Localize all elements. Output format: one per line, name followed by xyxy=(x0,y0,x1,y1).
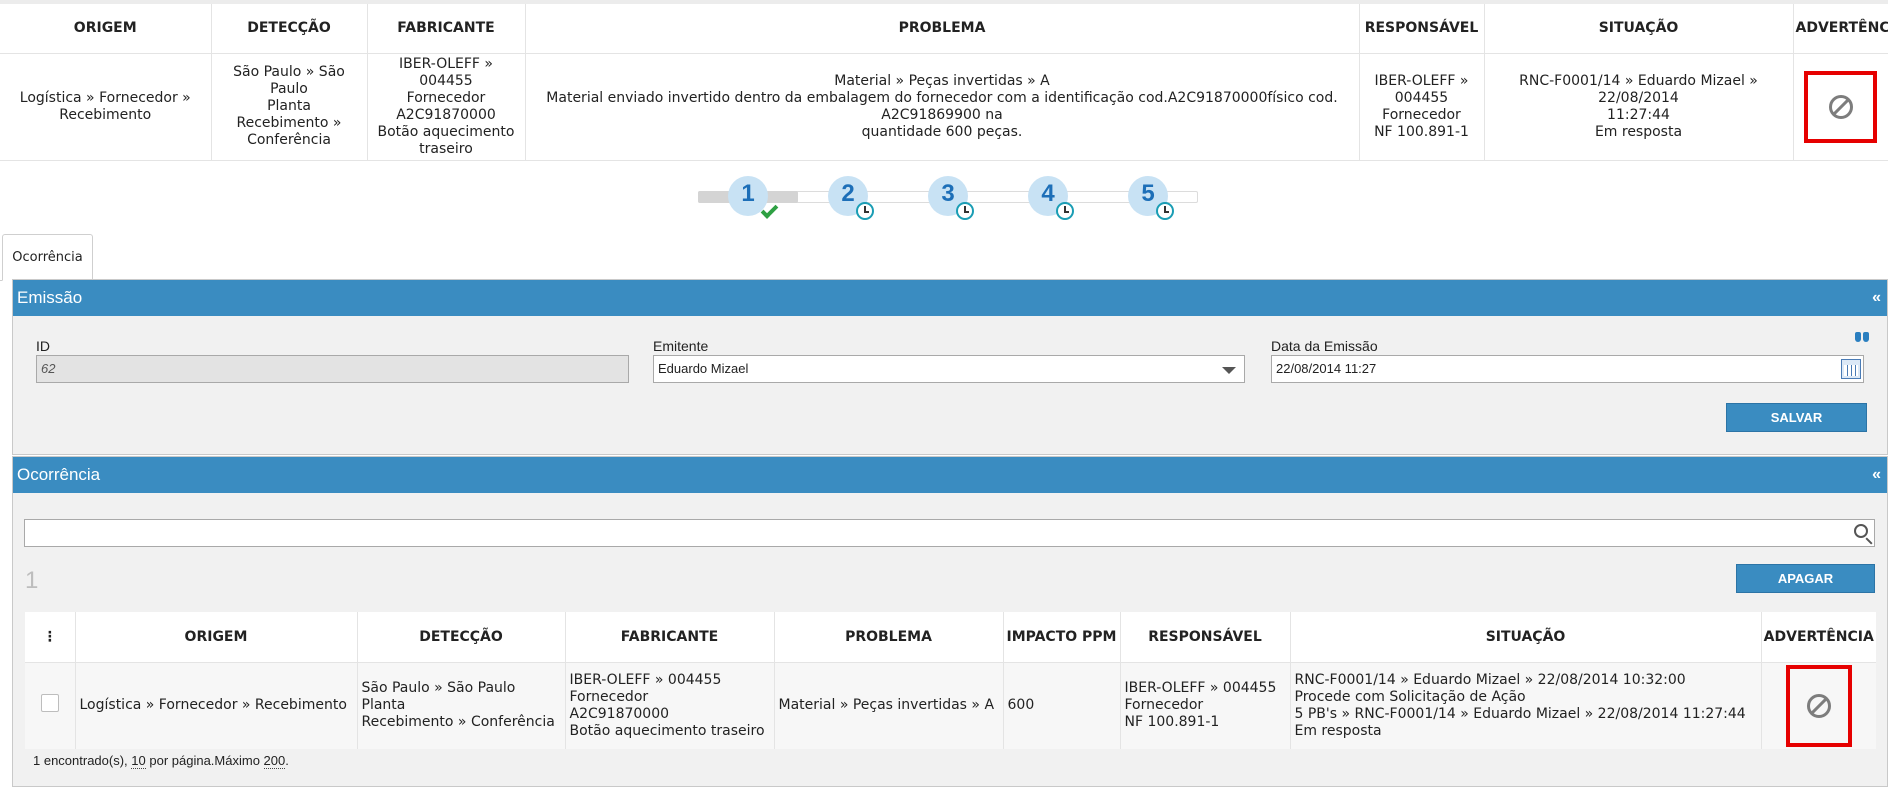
grid-menu-header: ⋮ xyxy=(25,612,76,663)
summary-deteccao: São Paulo » São Paulo Planta Recebimento… xyxy=(211,53,368,161)
grid-col-problema[interactable]: PROBLEMA xyxy=(774,612,1004,663)
grid-col-impacto[interactable]: IMPACTO PPM xyxy=(1003,612,1121,663)
summary-col-problema: PROBLEMA xyxy=(525,4,1360,54)
save-button[interactable]: SALVAR xyxy=(1726,403,1867,432)
row-problema: Material » Peças invertidas » A xyxy=(774,662,1004,749)
step-2[interactable]: 2 xyxy=(828,175,874,220)
summary-header-row: ORIGEM DETECÇÃO FABRICANTE PROBLEMA RESP… xyxy=(0,4,1888,54)
collapse-icon[interactable]: « xyxy=(1872,457,1881,493)
footer-end: . xyxy=(285,753,289,768)
ocorrencia-grid: ⋮ ORIGEM DETECÇÃO FABRICANTE PROBLEMA IM… xyxy=(25,612,1876,749)
summary-problema: Material » Peças invertidas » A Material… xyxy=(525,53,1360,161)
id-field: 62 xyxy=(36,355,629,383)
data-emissao-value: 22/08/2014 11:27 xyxy=(1276,361,1377,376)
record-count: 1 xyxy=(25,567,39,594)
emitente-label: Emitente xyxy=(653,338,709,354)
row-origem: Logística » Fornecedor » Recebimento xyxy=(75,662,358,749)
warning-highlight xyxy=(1785,664,1852,747)
summary-col-origem: ORIGEM xyxy=(0,4,212,54)
chevron-down-icon[interactable] xyxy=(1222,367,1236,374)
grid-header-row: ⋮ ORIGEM DETECÇÃO FABRICANTE PROBLEMA IM… xyxy=(25,612,1876,663)
tab-ocorrencia[interactable]: Ocorrência xyxy=(2,233,93,281)
row-checkbox[interactable] xyxy=(40,694,59,712)
tab-bar: Ocorrência xyxy=(0,231,1888,281)
ocorrencia-title: Ocorrência xyxy=(17,465,101,484)
row-impacto: 600 xyxy=(1003,662,1121,749)
step-5[interactable]: 5 xyxy=(1128,175,1174,220)
search-icon[interactable] xyxy=(1854,524,1868,538)
found-text: 1 encontrado(s), xyxy=(33,753,132,768)
max-size-link[interactable]: 200 xyxy=(263,753,286,769)
data-emissao-label: Data da Emissão xyxy=(1271,338,1378,354)
id-label: ID xyxy=(36,338,50,354)
ban-icon[interactable] xyxy=(1828,94,1853,119)
summary-situacao: RNC-F0001/14 » Eduardo Mizael » 22/08/20… xyxy=(1484,53,1794,161)
grid-col-situacao[interactable]: SITUAÇÃO xyxy=(1290,612,1762,663)
summary-col-advertencia: ADVERTÊNCIA xyxy=(1793,4,1888,54)
grid-col-fabricante[interactable]: FABRICANTE xyxy=(565,612,775,663)
calendar-icon[interactable] xyxy=(1841,359,1861,379)
grid-col-deteccao[interactable]: DETECÇÃO xyxy=(357,612,566,663)
emitente-value: Eduardo Mizael xyxy=(658,361,749,376)
summary-advertencia xyxy=(1793,53,1888,161)
clock-icon xyxy=(1056,201,1074,220)
summary-col-fabricante: FABRICANTE xyxy=(367,4,526,54)
row-responsavel: IBER-OLEFF » 004455 Fornecedor NF 100.89… xyxy=(1120,662,1291,749)
ocorrencia-panel: Ocorrência « 1 APAGAR ⋮ ORIGEM DETECÇÃO … xyxy=(12,456,1888,787)
summary-col-situacao: SITUAÇÃO xyxy=(1484,4,1794,54)
grid-col-origem[interactable]: ORIGEM xyxy=(75,612,358,663)
row-select-cell xyxy=(25,662,76,749)
binoculars-icon[interactable] xyxy=(1855,328,1869,342)
clock-icon xyxy=(956,201,974,220)
emissao-panel: Emissão « ID 62 Emitente Eduardo Mizael … xyxy=(12,279,1888,455)
grid-col-responsavel[interactable]: RESPONSÁVEL xyxy=(1120,612,1291,663)
row-advertencia xyxy=(1761,662,1876,749)
ban-icon[interactable] xyxy=(1806,693,1831,718)
row-fabricante: IBER-OLEFF » 004455 Fornecedor A2C918700… xyxy=(565,662,775,749)
workflow-steps: 1 2 3 4 5 xyxy=(0,161,1888,231)
table-row[interactable]: Logística » Fornecedor » Recebimento São… xyxy=(25,662,1876,749)
delete-button[interactable]: APAGAR xyxy=(1736,564,1875,593)
step-3[interactable]: 3 xyxy=(928,175,974,220)
summary-origem: Logística » Fornecedor » Recebimento xyxy=(0,53,212,161)
kebab-icon[interactable]: ⋮ xyxy=(43,629,57,645)
row-deteccao: São Paulo » São Paulo Planta Recebimento… xyxy=(357,662,566,749)
step-4[interactable]: 4 xyxy=(1028,175,1074,220)
summary-table: ORIGEM DETECÇÃO FABRICANTE PROBLEMA RESP… xyxy=(0,4,1888,161)
search-box[interactable] xyxy=(24,519,1875,547)
warning-highlight xyxy=(1804,70,1878,143)
ocorrencia-header[interactable]: Ocorrência « xyxy=(13,457,1887,493)
step-1[interactable]: 1 xyxy=(728,175,779,219)
grid-col-advertencia[interactable]: ADVERTÊNCIA xyxy=(1761,612,1876,663)
summary-row: Logística » Fornecedor » Recebimento São… xyxy=(0,53,1888,161)
summary-responsavel: IBER-OLEFF » 004455 Fornecedor NF 100.89… xyxy=(1359,53,1485,161)
clock-icon xyxy=(856,201,874,220)
data-emissao-field[interactable]: 22/08/2014 11:27 xyxy=(1271,355,1864,383)
step-number: 1 xyxy=(741,179,755,207)
summary-col-responsavel: RESPONSÁVEL xyxy=(1359,4,1485,54)
page-size-link[interactable]: 10 xyxy=(131,753,146,769)
emissao-title: Emissão xyxy=(17,288,83,307)
clock-icon xyxy=(1156,201,1174,220)
pagination-info: 1 encontrado(s), 10 por página.Máximo 20… xyxy=(33,753,289,769)
emitente-select[interactable]: Eduardo Mizael xyxy=(653,355,1245,383)
collapse-icon[interactable]: « xyxy=(1872,280,1881,316)
summary-col-deteccao: DETECÇÃO xyxy=(211,4,368,54)
summary-fabricante: IBER-OLEFF » 004455 Fornecedor A2C918700… xyxy=(367,53,526,161)
emissao-header[interactable]: Emissão « xyxy=(13,280,1887,316)
row-situacao: RNC-F0001/14 » Eduardo Mizael » 22/08/20… xyxy=(1290,662,1762,749)
per-page-text: por página.Máximo xyxy=(145,753,264,768)
